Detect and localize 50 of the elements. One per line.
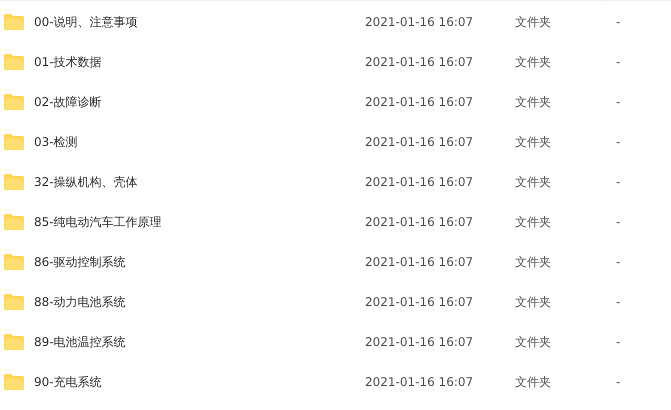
file-size: - [616,55,620,69]
modified-date: 2021-01-16 16:07 [365,175,474,189]
file-type: 文件夹 [515,55,551,69]
file-size: - [616,375,620,389]
file-size: - [616,295,620,309]
modified-date: 2021-01-16 16:07 [365,95,474,109]
file-size: - [616,175,620,189]
folder-name[interactable]: 86-驱动控制系统 [34,253,126,271]
folder-icon [4,254,24,270]
modified-date: 2021-01-16 16:07 [365,55,474,69]
folder-icon [4,54,24,70]
folder-icon [4,294,24,310]
folder-name[interactable]: 02-故障诊断 [34,93,102,111]
file-type: 文件夹 [515,375,551,389]
modified-date: 2021-01-16 16:07 [365,295,474,309]
file-size: - [616,255,620,269]
folder-icon [4,14,24,30]
folder-name[interactable]: 03-检测 [34,133,78,151]
folder-icon [4,214,24,230]
file-type: 文件夹 [515,175,551,189]
folder-icon [4,134,24,150]
folder-name[interactable]: 89-电池温控系统 [34,333,126,351]
file-size: - [616,135,620,149]
folder-name[interactable]: 85-纯电动汽车工作原理 [34,213,162,231]
modified-date: 2021-01-16 16:07 [365,335,474,349]
folder-icon [4,334,24,350]
folder-icon [4,374,24,390]
file-type: 文件夹 [515,15,551,29]
folder-name[interactable]: 88-动力电池系统 [34,293,126,311]
file-type: 文件夹 [515,95,551,109]
folder-name[interactable]: 00-说明、注意事项 [34,13,138,31]
file-type: 文件夹 [515,335,551,349]
folder-name[interactable]: 90-充电系统 [34,373,102,391]
folder-icon [4,174,24,190]
file-type: 文件夹 [515,295,551,309]
file-type: 文件夹 [515,135,551,149]
folder-name[interactable]: 01-技术数据 [34,53,102,71]
modified-date: 2021-01-16 16:07 [365,15,474,29]
modified-date: 2021-01-16 16:07 [365,135,474,149]
file-size: - [616,15,620,29]
file-type: 文件夹 [515,255,551,269]
modified-date: 2021-01-16 16:07 [365,215,474,229]
file-size: - [616,335,620,349]
file-size: - [616,215,620,229]
modified-date: 2021-01-16 16:07 [365,375,474,389]
folder-icon [4,94,24,110]
file-size: - [616,95,620,109]
file-type: 文件夹 [515,215,551,229]
folder-name[interactable]: 32-操纵机构、壳体 [34,173,138,191]
modified-date: 2021-01-16 16:07 [365,255,474,269]
